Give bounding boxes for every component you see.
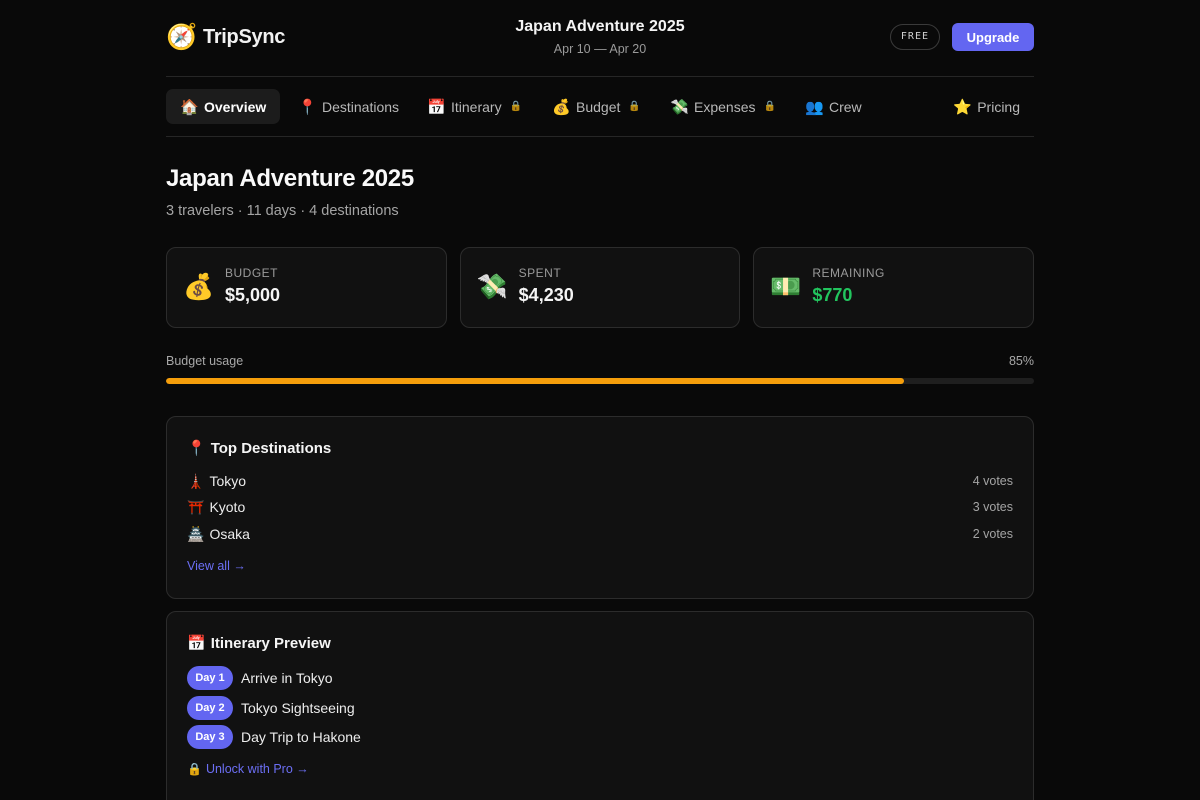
unlock-pro-link[interactable]: 🔒 Unlock with Pro →	[187, 762, 309, 776]
lock-icon: 🔒	[628, 101, 641, 112]
stat-card-spent: 💸 SPENT $4,230	[459, 247, 741, 328]
tab-label: Itinerary	[451, 98, 502, 115]
people-icon: 👥	[805, 98, 824, 116]
stat-label: SPENT	[518, 266, 562, 280]
dollar-bill-icon: 💵	[770, 273, 802, 301]
stat-card-budget: 💰 BUDGET $5,000	[166, 247, 447, 328]
itinerary-row: Day 3 Day Trip to Hakone	[187, 725, 361, 749]
destination-name-wrap: ⛩️ Kyoto	[187, 499, 245, 516]
tab-expenses[interactable]: 💸 Expenses 🔒	[656, 89, 790, 124]
view-all-link[interactable]: View all →	[187, 559, 246, 573]
tab-crew[interactable]: 👥 Crew	[791, 89, 876, 124]
destination-row[interactable]: 🗼 Tokyo 4 votes	[187, 471, 1013, 491]
stat-label: BUDGET	[225, 266, 279, 280]
lock-icon: 🔒	[509, 101, 523, 112]
stat-value: $4,230	[518, 285, 574, 305]
app-container: 🧭 TripSync Japan Adventure 2025 Apr 10 —…	[166, 0, 1035, 800]
unlock-pro-label: Unlock with Pro →	[205, 762, 309, 776]
calendar-icon: 📅	[187, 635, 206, 652]
budget-usage-label: Budget usage	[166, 354, 244, 368]
tower-icon: 🗼	[187, 472, 205, 489]
itinerary-preview-panel: 📅 Itinerary Preview Day 1 Arrive in Toky…	[166, 611, 1034, 800]
tab-label: Destinations	[322, 98, 400, 115]
star-icon: ⭐	[953, 98, 972, 116]
panel-title: 📅 Itinerary Preview	[187, 634, 331, 653]
tab-label: Crew	[829, 98, 862, 115]
day-pill: Day 1	[187, 666, 233, 690]
budget-usage-percent: 85%	[1008, 354, 1034, 368]
day-pill: Day 3	[187, 725, 233, 749]
top-destinations-panel: 📍 Top Destinations 🗼 Tokyo 4 votes ⛩️ Ky…	[166, 416, 1034, 599]
tab-pricing[interactable]: ⭐ Pricing	[939, 89, 1034, 124]
panel-title-text: Top Destinations	[210, 439, 332, 457]
stats-row: 💰 BUDGET $5,000 💸 SPENT $4,230 💵 REMAINI…	[166, 247, 1035, 328]
itinerary-row: Day 2 Tokyo Sightseeing	[187, 696, 355, 720]
destination-name-wrap: 🗼 Tokyo	[187, 473, 246, 490]
pin-icon: 📍	[298, 98, 317, 116]
tab-itinerary[interactable]: 📅 Itinerary 🔒	[413, 89, 536, 124]
stat-card-remaining: 💵 REMAINING $770	[753, 247, 1035, 328]
money-wings-icon: 💸	[476, 273, 508, 301]
destination-row[interactable]: ⛩️ Kyoto 3 votes	[187, 497, 1013, 517]
lock-icon: 🔒	[763, 101, 776, 112]
budget-usage-fill	[166, 378, 904, 384]
app-header: 🧭 TripSync Japan Adventure 2025 Apr 10 —…	[166, 0, 1034, 77]
itinerary-text: Arrive in Tokyo	[241, 670, 333, 686]
home-icon: 🏠	[180, 98, 199, 116]
main-nav: 🏠 Overview 📍 Destinations 📅 Itinerary 🔒 …	[166, 77, 1034, 137]
tab-budget[interactable]: 💰 Budget 🔒	[538, 89, 655, 124]
lock-icon: 🔒	[187, 762, 202, 776]
tab-overview[interactable]: 🏠 Overview	[166, 89, 281, 124]
destination-name: Tokyo	[209, 473, 247, 489]
calendar-icon: 📅	[427, 98, 446, 116]
money-bag-icon: 💰	[183, 273, 215, 301]
panel-title-text: Itinerary Preview	[210, 634, 331, 652]
destination-votes: 4 votes	[972, 474, 1013, 488]
tab-label: Pricing	[977, 98, 1020, 115]
tab-label: Budget	[576, 98, 621, 115]
page-subtitle: 3 travelers · 11 days · 4 destinations	[166, 203, 399, 219]
destination-name: Kyoto	[209, 499, 246, 515]
castle-icon: 🏯	[187, 525, 205, 542]
stat-value: $5,000	[225, 285, 281, 305]
money-bag-icon: 💰	[552, 98, 571, 116]
budget-usage-bar	[166, 378, 1034, 384]
itinerary-text: Day Trip to Hakone	[241, 729, 361, 745]
money-wings-icon: 💸	[670, 98, 689, 116]
itinerary-row: Day 1 Arrive in Tokyo	[187, 666, 333, 690]
destination-name-wrap: 🏯 Osaka	[187, 526, 250, 543]
destination-votes: 2 votes	[972, 527, 1013, 541]
tab-label: Overview	[204, 98, 267, 115]
stat-label: REMAINING	[812, 266, 885, 280]
stat-value: $770	[812, 285, 853, 305]
destination-row[interactable]: 🏯 Osaka 2 votes	[187, 524, 1013, 544]
tab-label: Expenses	[694, 98, 756, 115]
panel-title: 📍 Top Destinations	[187, 439, 332, 458]
page-title: Japan Adventure 2025	[166, 165, 414, 192]
destination-name: Osaka	[209, 526, 250, 542]
destination-votes: 3 votes	[972, 500, 1013, 514]
upgrade-button[interactable]: Upgrade	[952, 23, 1034, 51]
shrine-icon: ⛩️	[187, 498, 205, 515]
plan-badge: FREE	[889, 24, 940, 50]
tab-destinations[interactable]: 📍 Destinations	[284, 89, 413, 124]
itinerary-text: Tokyo Sightseeing	[241, 700, 355, 716]
pin-icon: 📍	[187, 440, 206, 457]
day-pill: Day 2	[187, 696, 233, 720]
